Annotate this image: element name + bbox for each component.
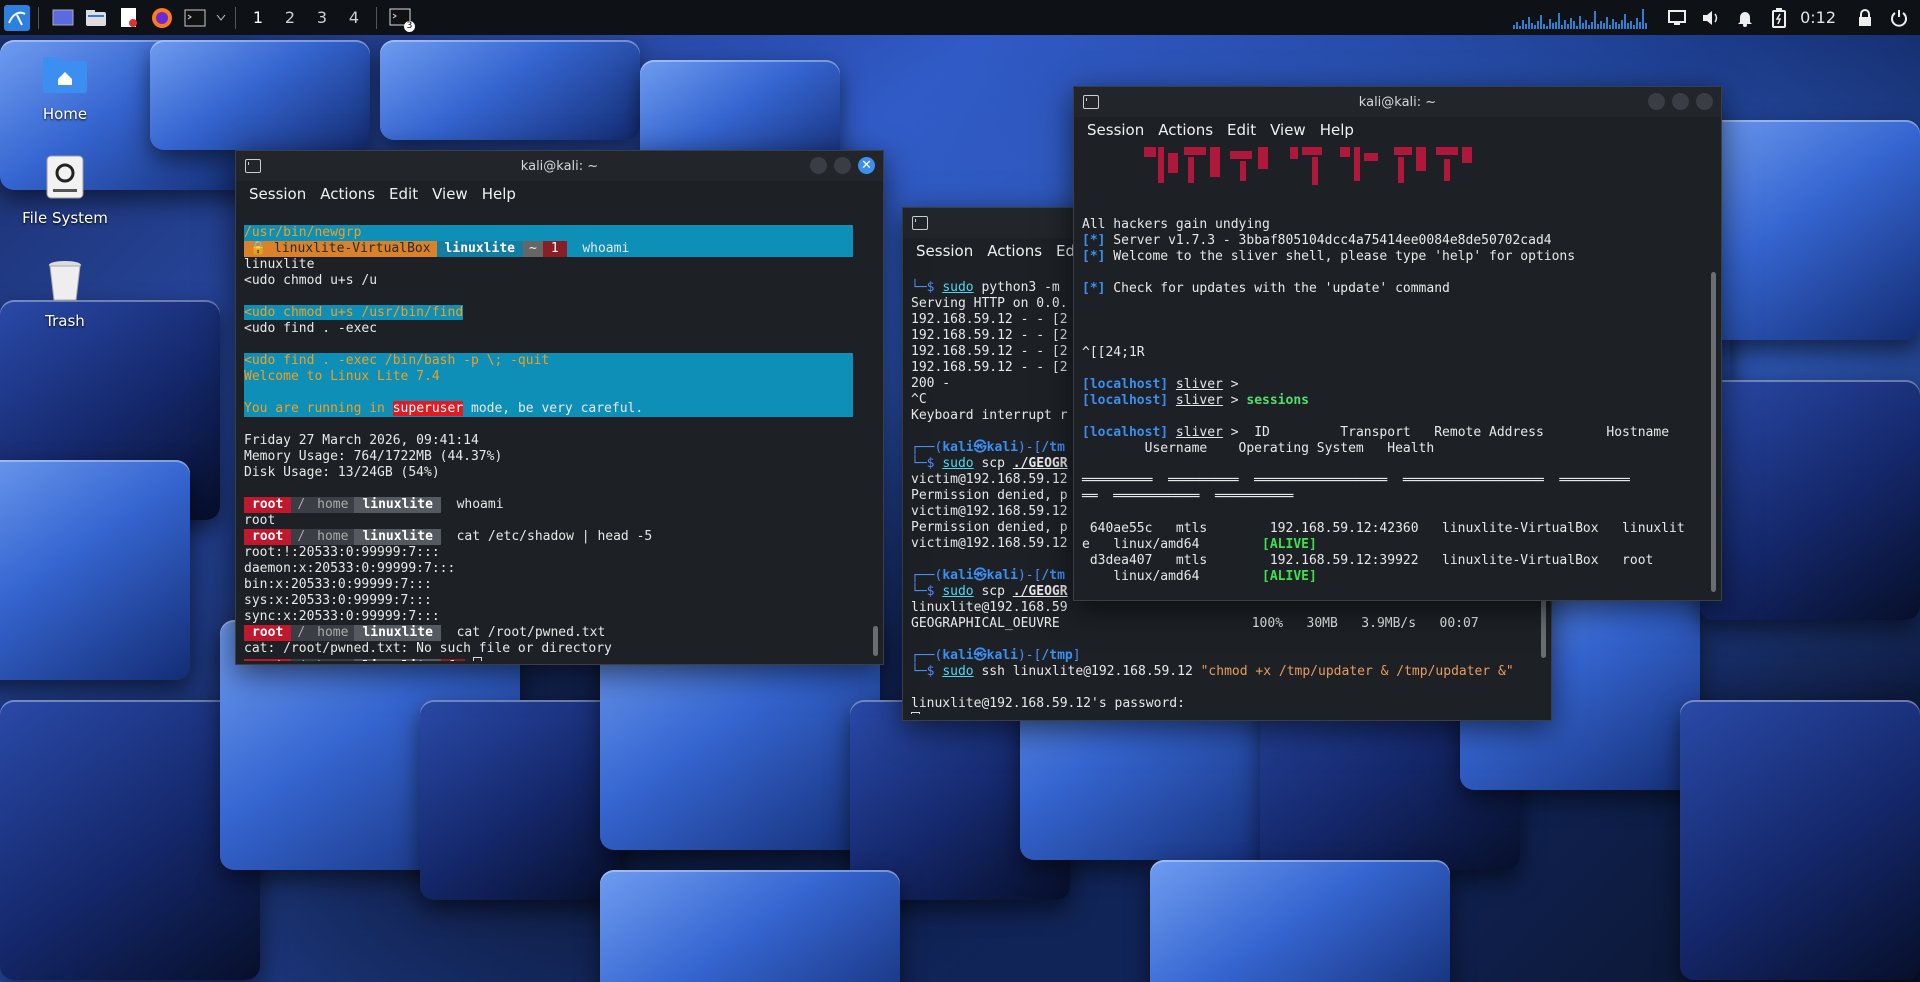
- separator: [38, 6, 39, 29]
- menubar: Session Actions Edit View Help: [236, 181, 883, 207]
- firefox-icon[interactable]: [147, 3, 177, 33]
- task-count-badge: 3: [404, 20, 415, 32]
- workspace-2[interactable]: 2: [274, 8, 306, 27]
- system-tray: 0:12: [1513, 0, 1920, 35]
- desktop-icon-trash[interactable]: Trash: [10, 258, 120, 330]
- terminal-launcher-icon[interactable]: [180, 3, 210, 33]
- window-title: kali@kali: ~: [1358, 94, 1437, 110]
- menu-actions[interactable]: Actions: [320, 185, 375, 203]
- terminal-icon: [1083, 95, 1099, 109]
- taskbar: 1 2 3 4 3 0:12: [0, 0, 1920, 35]
- desktop-icon-home[interactable]: Home: [10, 55, 120, 123]
- drive-icon: [10, 155, 120, 203]
- home-folder-icon: [10, 55, 120, 99]
- terminal-icon: [912, 216, 928, 230]
- maximize-button[interactable]: [834, 157, 851, 174]
- workspace-4[interactable]: 4: [338, 8, 370, 27]
- clock[interactable]: 0:12: [1800, 8, 1836, 27]
- menu-session[interactable]: Session: [1087, 121, 1144, 139]
- window-title: kali@kali: ~: [520, 158, 599, 174]
- terminal-window-sliver[interactable]: kali@kali: ~ Session Actions Edit View H…: [1073, 86, 1722, 601]
- maximize-button[interactable]: [1672, 93, 1689, 110]
- taskbar-terminal-group[interactable]: 3: [386, 3, 416, 33]
- menu-session[interactable]: Session: [249, 185, 306, 203]
- kali-menu-icon[interactable]: [2, 3, 32, 33]
- power-icon[interactable]: [1884, 3, 1914, 33]
- terminal-icon: [245, 159, 261, 173]
- menu-edit[interactable]: Edit: [1227, 121, 1256, 139]
- menu-actions[interactable]: Actions: [987, 242, 1042, 260]
- close-button[interactable]: [1696, 93, 1713, 110]
- close-button[interactable]: ✕: [858, 157, 875, 174]
- desktop-icon-file-system[interactable]: File System: [10, 155, 120, 227]
- cpu-graph: [1513, 7, 1648, 29]
- volume-icon[interactable]: [1696, 3, 1726, 33]
- scrollbar[interactable]: [873, 626, 878, 656]
- menu-session[interactable]: Session: [916, 242, 973, 260]
- menu-help[interactable]: Help: [482, 185, 516, 203]
- lock-icon[interactable]: [1850, 3, 1880, 33]
- scrollbar[interactable]: [1711, 272, 1716, 592]
- text-cursor: [911, 712, 920, 714]
- separator: [235, 6, 236, 29]
- desktop-icon-label: Home: [42, 105, 88, 123]
- file-manager-icon[interactable]: [81, 3, 111, 33]
- workspace-3[interactable]: 3: [306, 8, 338, 27]
- menu-help[interactable]: Help: [1320, 121, 1354, 139]
- menu-view[interactable]: View: [1270, 121, 1306, 139]
- menu-view[interactable]: View: [432, 185, 468, 203]
- text-cursor: [472, 657, 482, 661]
- separator: [376, 6, 377, 29]
- menu-edit[interactable]: Edit: [389, 185, 418, 203]
- minimize-button[interactable]: [810, 157, 827, 174]
- desktop-icon-label: Trash: [45, 312, 85, 330]
- terminal-window-root-shell[interactable]: kali@kali: ~ ✕ Session Actions Edit View…: [235, 150, 884, 665]
- battery-icon[interactable]: [1764, 3, 1794, 33]
- menubar: Session Actions Edit View Help: [1074, 117, 1721, 143]
- window-titlebar[interactable]: kali@kali: ~: [1074, 87, 1721, 117]
- notification-bell-icon[interactable]: [1730, 3, 1760, 33]
- terminal-output[interactable]: All hackers gain undying [*] Server v1.7.…: [1074, 201, 1721, 597]
- chevron-down-icon[interactable]: [213, 3, 229, 33]
- workspace-1[interactable]: 1: [242, 8, 274, 27]
- minimize-button[interactable]: [1648, 93, 1665, 110]
- sliver-ascii-banner: [1074, 143, 1721, 201]
- text-editor-icon[interactable]: [114, 3, 144, 33]
- desktop-icon-label: File System: [22, 209, 108, 227]
- trash-icon: [10, 258, 120, 306]
- display-icon[interactable]: [1662, 3, 1692, 33]
- show-desktop-icon[interactable]: [48, 3, 78, 33]
- terminal-output[interactable]: /usr/bin/newgrp 🔒 linuxlite-VirtualBox lin…: [236, 207, 883, 661]
- window-titlebar[interactable]: kali@kali: ~ ✕: [236, 151, 883, 181]
- menu-actions[interactable]: Actions: [1158, 121, 1213, 139]
